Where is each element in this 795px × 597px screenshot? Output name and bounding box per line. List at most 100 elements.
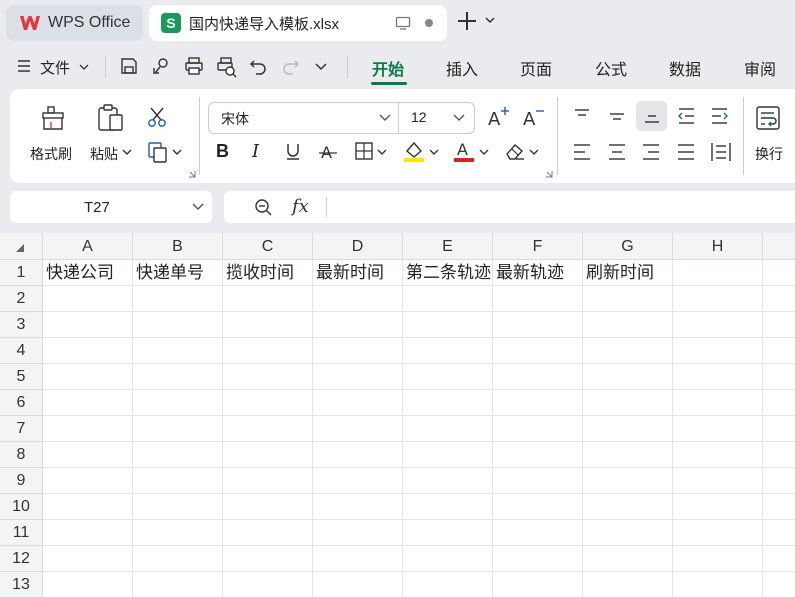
column-header-e[interactable]: E bbox=[403, 233, 493, 260]
clear-format-eraser-icon[interactable] bbox=[504, 141, 526, 161]
strikethrough-icon[interactable]: A bbox=[318, 142, 338, 162]
select-all-corner[interactable] bbox=[0, 233, 43, 260]
file-menu[interactable]: 文件 bbox=[40, 57, 70, 78]
align-bottom-button[interactable] bbox=[636, 101, 667, 131]
column-header-d[interactable]: D bbox=[313, 233, 403, 260]
underline-icon[interactable] bbox=[284, 142, 302, 162]
insert-function-fx-button[interactable]: fx bbox=[292, 196, 309, 217]
tab-insert[interactable]: 插入 bbox=[446, 56, 478, 80]
tab-page[interactable]: 页面 bbox=[520, 56, 552, 80]
row-header-6[interactable]: 6 bbox=[0, 390, 43, 416]
wrap-text-label[interactable]: 换行 bbox=[755, 144, 783, 164]
row-header-3[interactable]: 3 bbox=[0, 312, 43, 338]
font-name-chevron-icon[interactable] bbox=[379, 113, 391, 123]
align-left-icon[interactable] bbox=[572, 143, 592, 161]
undo-icon[interactable] bbox=[249, 57, 267, 75]
save-icon[interactable] bbox=[119, 56, 139, 76]
tab-formulas[interactable]: 公式 bbox=[595, 56, 627, 80]
print-preview-icon[interactable] bbox=[216, 56, 238, 78]
fill-color-icon[interactable] bbox=[403, 139, 425, 163]
tabs-dropdown-chevron-icon[interactable] bbox=[484, 14, 496, 26]
cell-a1[interactable]: 快递公司 bbox=[43, 261, 132, 286]
font-size-chevron-icon[interactable] bbox=[453, 113, 465, 123]
row-header-11[interactable]: 11 bbox=[0, 520, 43, 546]
tab-review[interactable]: 审阅 bbox=[744, 56, 776, 80]
wrap-text-icon[interactable] bbox=[755, 104, 783, 132]
paste-dropdown-chevron-icon[interactable] bbox=[122, 147, 132, 157]
copy-icon[interactable] bbox=[147, 141, 169, 163]
row-header-4[interactable]: 4 bbox=[0, 338, 43, 364]
align-right-icon[interactable] bbox=[641, 143, 661, 161]
align-middle-icon[interactable] bbox=[607, 107, 627, 125]
new-tab-plus-icon[interactable] bbox=[456, 10, 478, 32]
row-header-7[interactable]: 7 bbox=[0, 416, 43, 442]
cell-e1[interactable]: 第二条轨迹 bbox=[403, 261, 492, 286]
unsaved-dot-icon[interactable] bbox=[425, 19, 433, 27]
cell-d1[interactable]: 最新时间 bbox=[313, 261, 402, 286]
paste-clipboard-icon[interactable] bbox=[96, 103, 126, 133]
font-name-select[interactable]: 宋体 bbox=[221, 109, 249, 129]
row-header-13[interactable]: 13 bbox=[0, 572, 43, 597]
row-header-12[interactable]: 12 bbox=[0, 546, 43, 572]
format-painter-icon[interactable] bbox=[39, 104, 67, 132]
italic-icon[interactable]: I bbox=[252, 141, 259, 162]
font-size-select[interactable]: 12 bbox=[411, 109, 427, 125]
decrease-indent-icon[interactable] bbox=[676, 107, 696, 125]
distributed-align-icon[interactable] bbox=[710, 141, 732, 163]
gridline bbox=[43, 467, 795, 468]
hamburger-menu-icon[interactable] bbox=[16, 58, 32, 74]
tab-wps-home[interactable]: WPS Office bbox=[6, 5, 143, 41]
copy-dropdown-chevron-icon[interactable] bbox=[172, 147, 182, 157]
fill-color-chevron-icon[interactable] bbox=[429, 147, 439, 157]
column-header-i[interactable] bbox=[763, 233, 795, 260]
cell-c1[interactable]: 揽收时间 bbox=[223, 261, 312, 286]
font-color-chevron-icon[interactable] bbox=[479, 147, 489, 157]
format-painter-label[interactable]: 格式刷 bbox=[30, 144, 72, 164]
font-color-icon[interactable]: A bbox=[453, 139, 475, 163]
monitor-icon[interactable] bbox=[395, 15, 411, 31]
increase-font-size-icon[interactable]: A bbox=[486, 105, 510, 129]
tab-home[interactable]: 开始 bbox=[372, 56, 404, 80]
column-header-c[interactable]: C bbox=[223, 233, 313, 260]
paste-label[interactable]: 粘贴 bbox=[90, 144, 118, 164]
bold-icon[interactable]: B bbox=[216, 141, 229, 162]
cell-b1[interactable]: 快递单号 bbox=[133, 261, 222, 286]
cut-scissors-icon[interactable] bbox=[146, 106, 168, 128]
spreadsheet-grid[interactable]: A B C D E F G H 1 2 3 4 5 6 7 8 9 10 11 … bbox=[0, 233, 795, 597]
row-header-5[interactable]: 5 bbox=[0, 364, 43, 390]
column-header-f[interactable]: F bbox=[493, 233, 583, 260]
cell-f1[interactable]: 最新轨迹 bbox=[493, 261, 582, 286]
name-box-chevron-icon[interactable] bbox=[192, 202, 204, 212]
clear-format-chevron-icon[interactable] bbox=[529, 147, 539, 157]
font-group-expand-icon[interactable] bbox=[545, 170, 553, 178]
tab-data[interactable]: 数据 bbox=[669, 56, 701, 80]
tab-document[interactable]: S 国内快递导入模板.xlsx bbox=[149, 5, 447, 41]
row-header-1[interactable]: 1 bbox=[0, 260, 43, 286]
print-icon[interactable] bbox=[184, 56, 204, 76]
clipboard-group-expand-icon[interactable] bbox=[188, 170, 196, 178]
column-header-h[interactable]: H bbox=[673, 233, 763, 260]
quick-access-more-chevron-icon[interactable] bbox=[314, 61, 328, 73]
column-header-a[interactable]: A bbox=[43, 233, 133, 260]
active-tab-indicator bbox=[371, 82, 407, 85]
align-center-icon[interactable] bbox=[607, 143, 627, 161]
row-header-10[interactable]: 10 bbox=[0, 494, 43, 520]
share-icon[interactable] bbox=[151, 56, 171, 76]
decrease-font-size-icon[interactable]: A bbox=[521, 105, 545, 129]
align-top-icon[interactable] bbox=[572, 107, 592, 125]
borders-chevron-icon[interactable] bbox=[377, 147, 387, 157]
zoom-search-icon[interactable] bbox=[253, 197, 273, 217]
borders-icon[interactable] bbox=[354, 141, 374, 161]
column-header-b[interactable]: B bbox=[133, 233, 223, 260]
justify-icon[interactable] bbox=[676, 143, 696, 161]
column-header-g[interactable]: G bbox=[583, 233, 673, 260]
increase-indent-icon[interactable] bbox=[710, 107, 730, 125]
row-header-8[interactable]: 8 bbox=[0, 442, 43, 468]
row-header-2[interactable]: 2 bbox=[0, 286, 43, 312]
ribbon-separator bbox=[557, 97, 558, 175]
name-box[interactable]: T27 bbox=[10, 191, 212, 223]
row-header-9[interactable]: 9 bbox=[0, 468, 43, 494]
file-menu-chevron-icon[interactable] bbox=[79, 62, 89, 72]
cell-g1[interactable]: 刷新时间 bbox=[583, 261, 672, 286]
cell-h1[interactable] bbox=[673, 261, 762, 286]
